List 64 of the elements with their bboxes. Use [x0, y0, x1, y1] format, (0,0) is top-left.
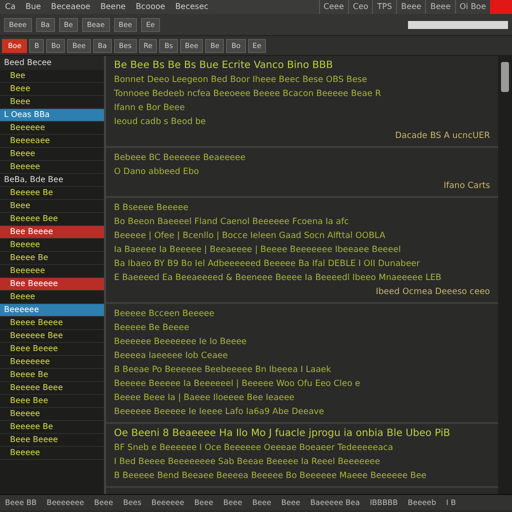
sidebar-item[interactable]: L Oeas BBa	[0, 109, 104, 122]
menu-item[interactable]: Beceaeoe	[46, 0, 96, 14]
sidebar-item[interactable]: Beeeee	[0, 239, 104, 252]
code-line: E Baeeeed Ea Beeaeeeed & Beeneee Beeee Ia Beeeedl Ibeeo Mnaeeeee LEB	[114, 272, 442, 285]
code-line: Tonnoee Bedeeb ncfea Beeoeee Beeee Bcacon Beeeee Beae R	[114, 88, 382, 101]
menu-item[interactable]: Bue	[20, 0, 46, 14]
code-line: BF Sneb e Beeeeee I Oce Beeeeee Oeeeae Boeaeer Tedeeeeeaca	[114, 442, 394, 455]
code-line: O Dano abbeed Ebo	[114, 166, 200, 179]
sidebar-item[interactable]: Beeeee Be	[0, 187, 104, 200]
sidebar-item[interactable]: Beeee Be	[0, 252, 104, 265]
sidebar-item[interactable]: Beeeee	[0, 408, 104, 421]
sidebar-item[interactable]: Beeeeee	[0, 304, 104, 317]
sidebar-item[interactable]: Beeeee Beee	[0, 382, 104, 395]
note-text: Dacade BS A ucncUER	[394, 130, 490, 143]
code-line: Beeeeee Beeeee Ie Ieeee Lafo Ia6a9 Abe Deeave	[114, 406, 326, 419]
code-line: I Bed Beeee Beeeeeeee Sab Beeae Beeeee Ia Reeel Beeeeeee	[114, 456, 382, 469]
sidebar-item[interactable]: Beeeeaee	[0, 135, 104, 148]
code-line: Beeeea Iaeeeee Iob Ceaee	[114, 350, 229, 363]
sidebar-item[interactable]: Beee Beeee	[0, 343, 104, 356]
code-line: B Beeae Po Beeeeee Beebeeeee Bn Ibeeea I Laaek	[114, 364, 332, 377]
code-line: Beeeee | Ofee | Bcenllo | Bocce Ieleen Gaad Socn Alfttal OOBLA	[114, 230, 386, 243]
code-line: Ia Baeeee Ia Beeeee | Beeaeeee | Beeee Beeeeeee Ibeeaee Beeeel	[114, 244, 402, 257]
sidebar-item[interactable]: Beee Bee	[0, 395, 104, 408]
sidebar-item[interactable]: Beeee Be	[0, 369, 104, 382]
code-line: Beeeee Be Beeee	[114, 322, 190, 335]
sidebar-item[interactable]: Beeeee	[0, 447, 104, 460]
code-line: B Bseeee Beeeee	[114, 202, 190, 215]
menu-item[interactable]: Ca	[0, 0, 20, 14]
code-line: Beeeeee Beeeeeee Ie Io Beeee	[114, 336, 248, 349]
sidebar-item[interactable]: Bee	[0, 70, 104, 83]
code-line: Beeeee Beeeee Ia Beeeeeel | Beeeee Woo Ofu Eeo Cleo e	[114, 378, 362, 391]
code-line: B Beeeee Bend Beeaee Beeeea Beeeee Bo Beeeeee Maeee Beeeeee Bee	[114, 470, 428, 483]
sidebar-item[interactable]: Beee	[0, 83, 104, 96]
menu-item[interactable]: Becesec	[170, 0, 214, 14]
code-line: Be Bee Bs Be Bs Bue Ecrite Vanco Bino BBB	[114, 59, 334, 73]
code-line: Oe Beeni 8 Beaeeee Ha Ilo Mo J fuacle jprogu ia onbia Ble Ubeo PiB	[114, 427, 452, 441]
sidebar-item[interactable]: Beeeeeee	[0, 356, 104, 369]
code-line: Bebeee BC Beeeeee Beaeeeee	[114, 152, 246, 165]
code-line: Ba Ibaeo BY B9 Bo Iel Adbeeeeeed Beeeee Ba Ifal DEBLE I OII Dunabeer	[114, 258, 421, 271]
panel-title: Beed Becee	[0, 56, 104, 70]
code-line: Beeeee Bcceen Beeeee	[114, 308, 216, 321]
scrollbar-thumb[interactable]	[501, 62, 509, 92]
sidebar-item[interactable]: Bee Beeeee	[0, 278, 104, 291]
address-field[interactable]	[408, 20, 508, 28]
code-line: Beeee Beee Ia | Baeee Iloeeee Bee Ieaeee	[114, 392, 296, 405]
sidebar-item[interactable]: Beeee	[0, 148, 104, 161]
sidebar-item[interactable]: Beee Beeee	[0, 434, 104, 447]
note-text: Ifano Carts	[442, 180, 490, 193]
sidebar-item[interactable]: Beeeee Be	[0, 421, 104, 434]
code-line: Ifann e Bor Beee	[114, 102, 186, 115]
sidebar-item[interactable]: Beeeee	[0, 161, 104, 174]
menu-item[interactable]: Bcoooe	[130, 0, 170, 14]
sidebar-item[interactable]: Beeeeee	[0, 122, 104, 135]
sidebar-item[interactable]: Beeeeee Bee	[0, 330, 104, 343]
close-button[interactable]	[490, 0, 512, 14]
note-text: Ibeed Ocmea Deeeso ceeo	[374, 286, 490, 299]
sidebar-item[interactable]: BeBa, Bde Bee	[0, 174, 104, 187]
sidebar-item[interactable]: Beeee Beeee	[0, 317, 104, 330]
code-line: Bonnet Deeo Leegeon Bed Boor Iheee Beec Bese OBS Bese	[114, 74, 368, 87]
sidebar-item[interactable]: Beee	[0, 200, 104, 213]
code-line: Bo Beeon Baeeeel Fland Caenol Beeeeee Fcoena Ia afc	[114, 216, 350, 229]
menu-item[interactable]: Beene	[95, 0, 131, 14]
sidebar-item[interactable]: Bee Beeee	[0, 226, 104, 239]
code-line: Ieoud cadb s Beod be	[114, 116, 207, 129]
